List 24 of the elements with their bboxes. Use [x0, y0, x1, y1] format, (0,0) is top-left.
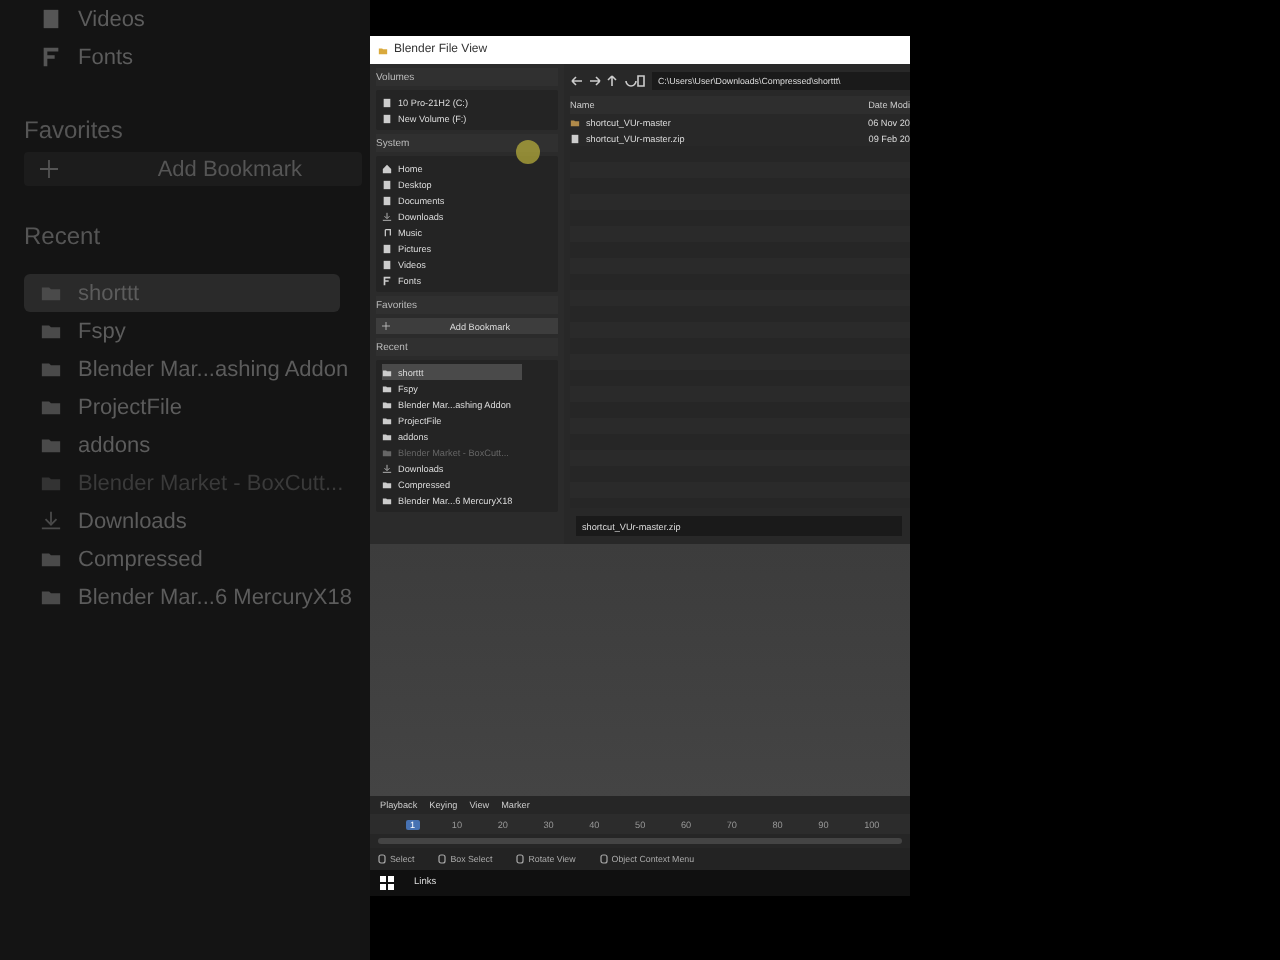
- folder-icon: [378, 45, 388, 55]
- folder-icon: [40, 320, 62, 342]
- folder-icon: [40, 396, 62, 418]
- mouse-icon: [516, 854, 525, 864]
- mouse-icon: [438, 854, 447, 864]
- cursor-highlight-icon: [516, 140, 540, 164]
- font-icon: [382, 275, 392, 285]
- mouse-icon: [599, 854, 608, 864]
- download-icon: [40, 510, 62, 532]
- home-icon: [382, 163, 392, 173]
- download-icon: [382, 463, 392, 473]
- plus-icon: [382, 322, 390, 330]
- download-icon: [382, 211, 392, 221]
- folder-icon: [40, 586, 62, 608]
- windows-logo-icon[interactable]: [380, 876, 394, 890]
- plus-icon: [40, 160, 58, 178]
- folder-icon: [40, 358, 62, 380]
- folder-icon: [40, 282, 62, 304]
- navigation-arrows-icon[interactable]: [570, 73, 646, 87]
- font-icon: [40, 46, 62, 68]
- folder-icon: [40, 472, 62, 494]
- folder-icon: [40, 434, 62, 456]
- mouse-icon: [378, 854, 386, 864]
- folder-icon: [40, 548, 62, 570]
